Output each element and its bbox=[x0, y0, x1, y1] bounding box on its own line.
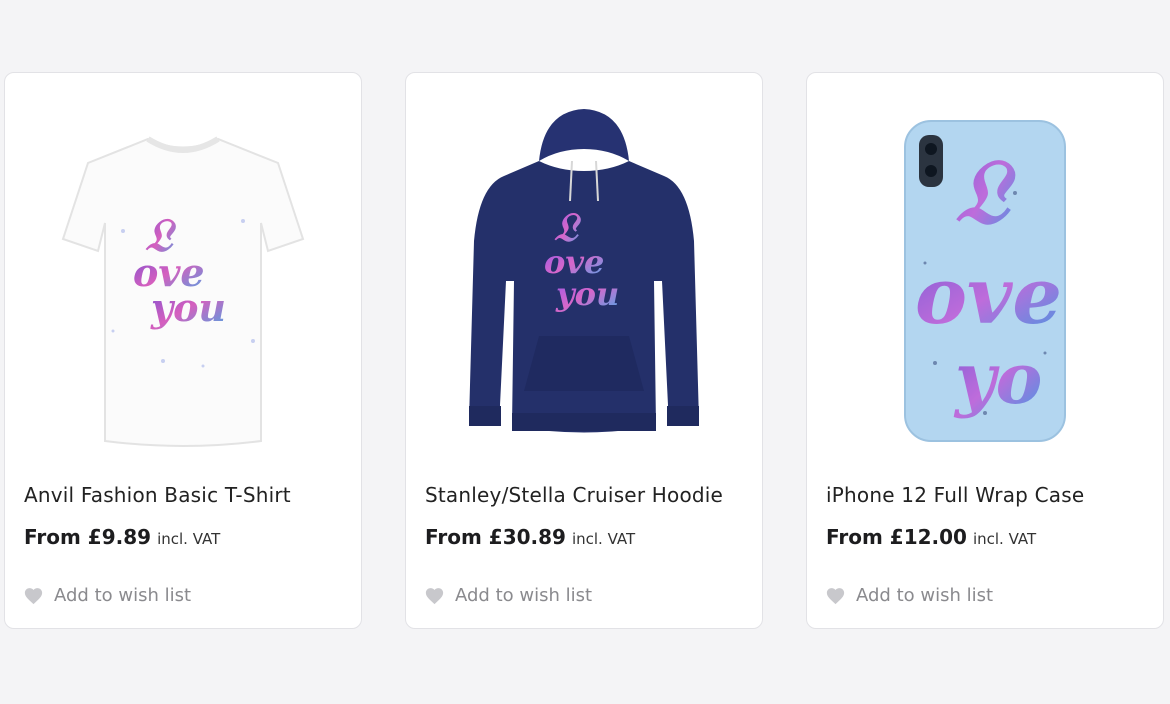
svg-text:you: you bbox=[555, 275, 619, 313]
svg-text:you: you bbox=[150, 285, 226, 330]
product-price: From £30.89 bbox=[425, 525, 566, 549]
product-price: From £9.89 bbox=[24, 525, 152, 549]
add-to-wish-list-button[interactable]: Add to wish list bbox=[424, 585, 592, 606]
wish-list-label: Add to wish list bbox=[455, 585, 593, 606]
product-card-hoodie[interactable]: 𝔏 ove you Stanley/Stella Cruiser Hoodie … bbox=[405, 72, 763, 629]
product-price: From £12.00 bbox=[826, 525, 967, 549]
product-title[interactable]: Stanley/Stella Cruiser Hoodie bbox=[425, 483, 723, 507]
vat-label: incl. VAT bbox=[571, 530, 636, 548]
wish-list-label: Add to wish list bbox=[856, 585, 994, 606]
wish-list-label: Add to wish list bbox=[54, 585, 192, 606]
product-card-tshirt[interactable]: 𝔏 ove you Anvil Fashion Basic T-Shirt Fr… bbox=[4, 72, 362, 629]
add-to-wish-list-button[interactable]: Add to wish list bbox=[825, 585, 993, 606]
phone-case-image[interactable]: 𝔏 ove yo bbox=[807, 91, 1163, 471]
hoodie-image[interactable]: 𝔏 ove you bbox=[406, 91, 762, 471]
price-row: From £9.89 incl. VAT bbox=[24, 525, 220, 549]
add-to-wish-list-button[interactable]: Add to wish list bbox=[23, 585, 191, 606]
product-title[interactable]: Anvil Fashion Basic T-Shirt bbox=[24, 483, 291, 507]
tshirt-image[interactable]: 𝔏 ove you bbox=[5, 91, 361, 471]
product-card-phone-case[interactable]: 𝔏 ove yo iPhone 12 Full Wrap Case From £… bbox=[806, 72, 1164, 629]
price-row: From £12.00 incl. VAT bbox=[826, 525, 1036, 549]
heart-icon bbox=[425, 588, 444, 605]
price-row: From £30.89 incl. VAT bbox=[425, 525, 635, 549]
svg-text:yo: yo bbox=[953, 337, 1042, 420]
product-title[interactable]: iPhone 12 Full Wrap Case bbox=[826, 483, 1084, 507]
svg-text:ove: ove bbox=[915, 251, 1062, 342]
heart-icon bbox=[24, 588, 43, 605]
heart-icon bbox=[826, 588, 845, 605]
product-grid: 𝔏 ove you Anvil Fashion Basic T-Shirt Fr… bbox=[0, 0, 1170, 704]
svg-text:𝔏: 𝔏 bbox=[955, 139, 1017, 245]
vat-label: incl. VAT bbox=[972, 530, 1037, 548]
vat-label: incl. VAT bbox=[157, 530, 221, 548]
